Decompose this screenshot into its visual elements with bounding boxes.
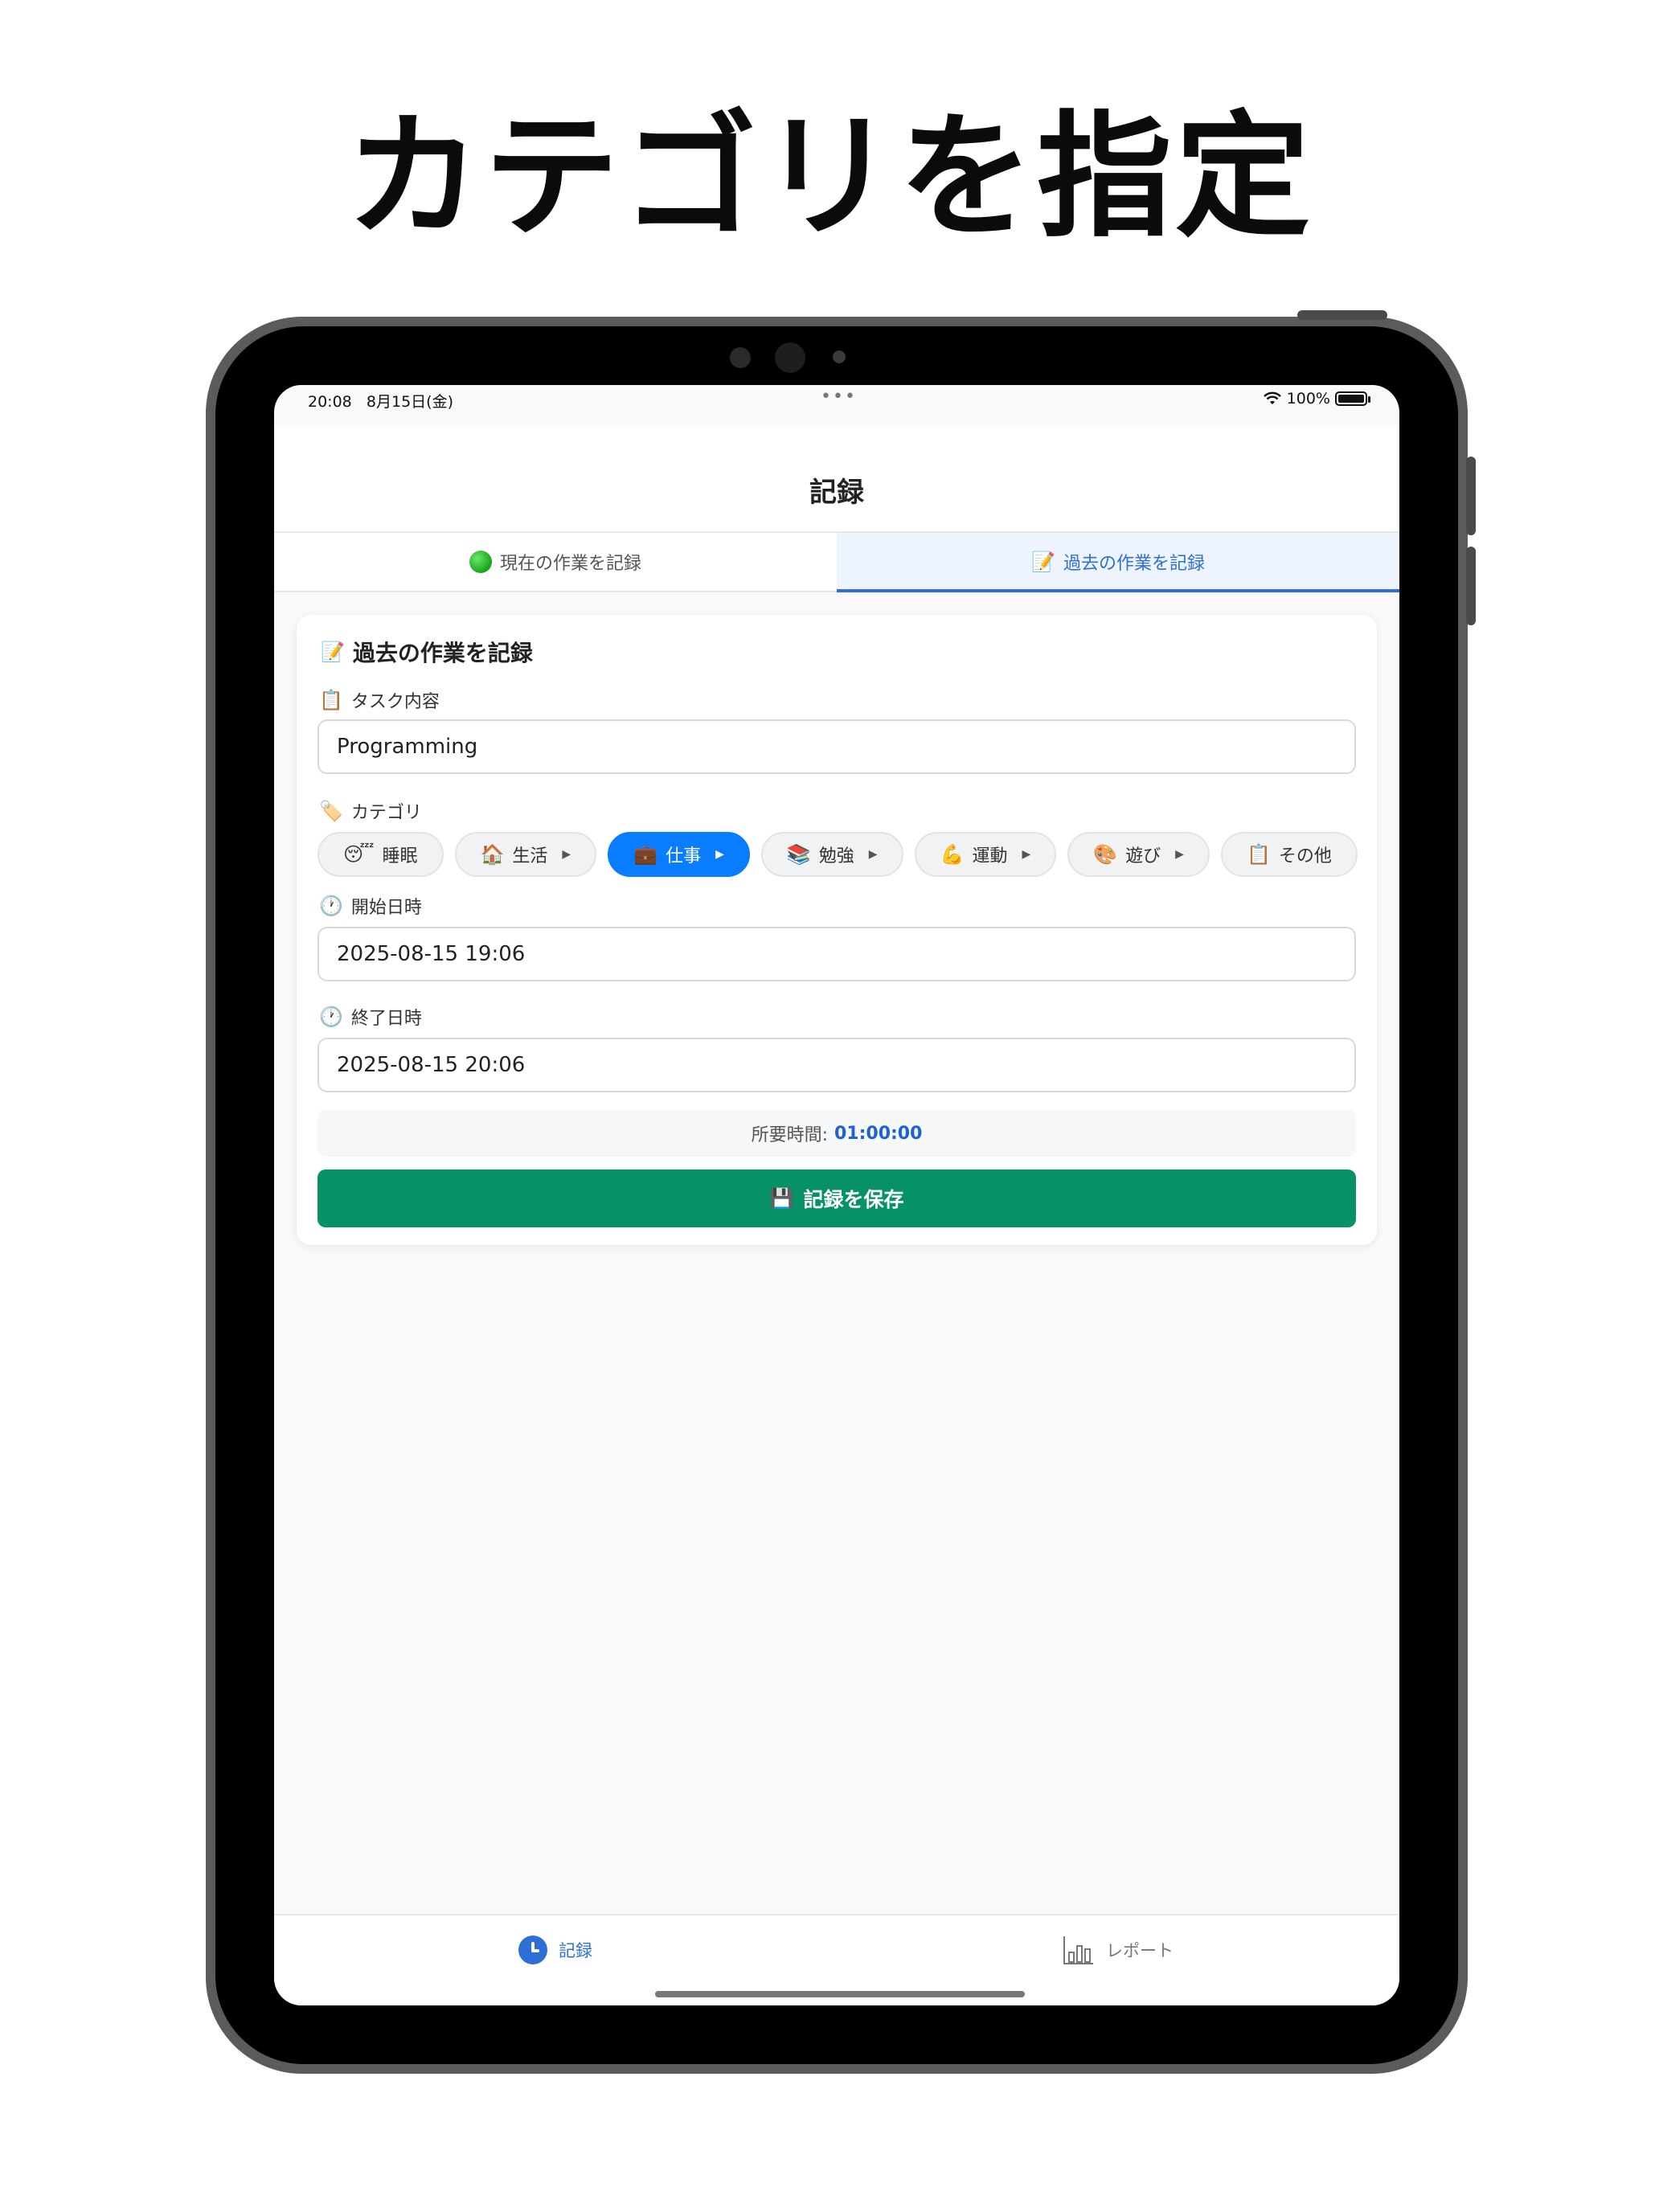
tab-past-task[interactable]: 📝 過去の作業を記録: [837, 533, 1399, 592]
category-chip-label: その他: [1278, 846, 1332, 866]
start-label-text: 開始日時: [350, 898, 422, 918]
tabbar-record-label: 記録: [559, 1941, 592, 1960]
tab-current-task-label: 現在の作業を記録: [499, 554, 641, 574]
house-icon: 🏠: [480, 843, 505, 866]
nav-header: 記録: [274, 425, 1399, 533]
category-chip-exercise[interactable]: 💪 運動 ▶: [914, 832, 1057, 877]
task-label-text: タスク内容: [350, 692, 440, 712]
volume-down-button: [1466, 547, 1476, 625]
category-label: 🏷️ カテゴリ: [319, 798, 422, 824]
task-input[interactable]: Programming: [317, 719, 1356, 774]
duration-label: 所要時間:: [751, 1125, 828, 1145]
task-label: 📋 タスク内容: [319, 687, 440, 713]
battery-icon: [1335, 391, 1370, 406]
category-chip-label: 運動: [972, 846, 1008, 866]
category-chip-label: 勉強: [818, 846, 854, 866]
duration-value: 01:00:00: [834, 1123, 923, 1144]
category-chip-other[interactable]: 📋 その他: [1220, 832, 1358, 877]
status-right: 100%: [1263, 390, 1370, 408]
category-chip-study[interactable]: 📚 勉強 ▶: [760, 832, 903, 877]
tag-icon: 🏷️: [319, 800, 343, 822]
status-time-date: 20:08 8月15日(金): [308, 390, 453, 412]
clock-icon: 🕐: [319, 895, 343, 917]
category-chip-work[interactable]: 💼 仕事 ▶: [608, 832, 750, 877]
top-button: [1297, 310, 1387, 320]
category-chip-sleep[interactable]: 😴 睡眠: [317, 832, 444, 877]
category-chip-life[interactable]: 🏠 生活 ▶: [454, 832, 597, 877]
briefcase-icon: 💼: [633, 843, 658, 866]
end-label-text: 終了日時: [350, 1009, 422, 1029]
volume-up-button: [1466, 457, 1476, 535]
camera-sensor: [833, 350, 846, 363]
tab-current-task[interactable]: 現在の作業を記録: [274, 533, 837, 591]
past-task-form: 📝 過去の作業を記録 📋 タスク内容 Programming 🏷️ カテゴリ 😴…: [297, 615, 1377, 1245]
battery-percent: 100%: [1286, 390, 1330, 408]
app-screen: 20:08 8月15日(金) ••• 100% 記録 現在の作業を記録 📝 過去…: [274, 385, 1399, 2005]
clock-icon: 🕐: [319, 1006, 343, 1028]
page-title: 記録: [809, 477, 864, 509]
start-datetime-input[interactable]: 2025-08-15 19:06: [317, 927, 1356, 981]
sleeping-face-icon: 😴: [343, 843, 375, 866]
tab-past-task-label: 過去の作業を記録: [1063, 554, 1205, 574]
category-label-text: カテゴリ: [350, 803, 422, 823]
clipboard-icon: 📋: [319, 689, 343, 711]
category-chips: 😴 睡眠 🏠 生活 ▶ 💼 仕事 ▶ 📚 勉強 ▶ 💪 運動 ▶ 🎨 遊び ▶ …: [317, 832, 1358, 877]
triangle-right-icon: ▶: [868, 848, 878, 861]
category-chip-label: 仕事: [666, 846, 702, 866]
home-indicator[interactable]: [655, 1991, 1025, 1997]
triangle-right-icon: ▶: [715, 848, 724, 861]
camera-lens-icon: [775, 342, 805, 373]
clock-icon: [518, 1936, 547, 1964]
memo-icon: 📝: [321, 641, 345, 663]
tabbar-report-label: レポート: [1106, 1941, 1174, 1960]
mode-tabs: 現在の作業を記録 📝 過去の作業を記録: [274, 533, 1399, 592]
bar-chart-icon: [1063, 1936, 1093, 1964]
status-date: 8月15日(金): [366, 393, 453, 411]
status-time: 20:08: [308, 393, 352, 411]
category-chip-label: 生活: [512, 846, 548, 866]
triangle-right-icon: ▶: [1175, 848, 1184, 861]
status-bar: 20:08 8月15日(金) ••• 100%: [274, 385, 1399, 425]
save-button-label: 記録を保存: [803, 1188, 904, 1211]
memo-icon: 📝: [1031, 551, 1055, 573]
end-datetime-input[interactable]: 2025-08-15 20:06: [317, 1038, 1356, 1092]
category-chip-play[interactable]: 🎨 遊び ▶: [1067, 832, 1210, 877]
multitasking-dots[interactable]: •••: [821, 387, 857, 407]
books-icon: 📚: [786, 843, 811, 866]
flexed-bicep-icon: 💪: [940, 843, 965, 866]
save-button[interactable]: 💾 記録を保存: [317, 1169, 1356, 1227]
wifi-icon: [1263, 391, 1281, 404]
form-title-text: 過去の作業を記録: [352, 640, 533, 666]
category-chip-label: 遊び: [1125, 846, 1161, 866]
triangle-right-icon: ▶: [562, 848, 571, 861]
category-chip-label: 睡眠: [382, 846, 418, 866]
end-label: 🕐 終了日時: [319, 1004, 422, 1030]
camera-dot-left: [730, 347, 751, 368]
duration-display: 所要時間: 01:00:00: [317, 1110, 1356, 1157]
start-label: 🕐 開始日時: [319, 893, 422, 919]
palette-icon: 🎨: [1093, 843, 1118, 866]
triangle-right-icon: ▶: [1022, 848, 1031, 861]
headline: カテゴリを指定: [346, 98, 1313, 256]
clipboard-icon: 📋: [1246, 843, 1271, 866]
green-circle-icon: [469, 551, 492, 573]
floppy-disk-icon: 💾: [769, 1187, 794, 1210]
form-title: 📝 過去の作業を記録: [321, 636, 533, 668]
